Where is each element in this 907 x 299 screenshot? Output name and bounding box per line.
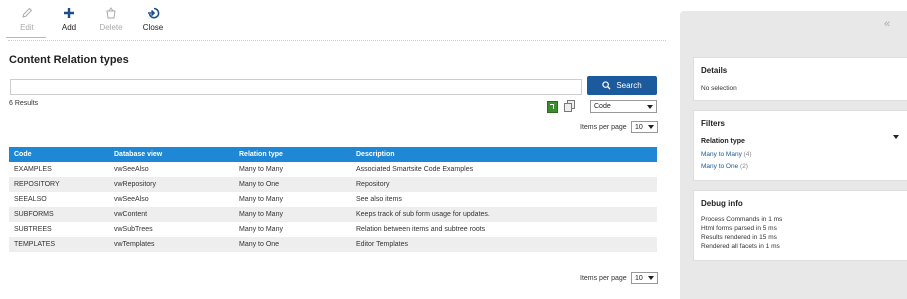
- add-button[interactable]: Add: [48, 6, 90, 38]
- edit-button[interactable]: Edit: [6, 6, 48, 38]
- table-cell: SUBTREES: [14, 226, 52, 233]
- column-header[interactable]: Database view: [109, 147, 234, 162]
- chevron-down-icon: [648, 276, 654, 280]
- table-cell: Relation between items and subtree roots: [356, 226, 486, 233]
- debug-line: Rendered all facets in 1 ms: [701, 243, 780, 250]
- close-button[interactable]: Close: [132, 6, 174, 38]
- toolbar: Edit Add Delete Close: [6, 6, 174, 38]
- items-per-page-value: 10: [635, 123, 643, 131]
- details-panel: Details No selection: [693, 57, 907, 101]
- results-count: 6 Results: [9, 100, 39, 107]
- table-header-row: Code Database view Relation type Descrip…: [9, 147, 657, 162]
- table-cell: Keeps track of sub form usage for update…: [351, 207, 657, 222]
- plus-icon: [64, 8, 74, 18]
- debug-line: Results rendered in 15 ms: [701, 234, 777, 241]
- table-cell: Associated Smartsite Code Examples: [356, 166, 474, 173]
- column-header[interactable]: Relation type: [234, 147, 351, 162]
- details-title: Details: [701, 66, 728, 75]
- details-text: No selection: [701, 85, 737, 92]
- facet-label: Many to Many: [701, 151, 742, 158]
- table-cell: vwContent: [109, 207, 234, 222]
- table-cell: vwTemplates: [109, 237, 234, 252]
- sort-select[interactable]: Code: [590, 100, 657, 113]
- search-icon: [602, 81, 611, 90]
- table-cell: Many to Many: [234, 207, 351, 222]
- items-per-page-value: 10: [635, 274, 643, 282]
- page-title: Content Relation types: [9, 54, 129, 66]
- search-button-label: Search: [616, 81, 642, 90]
- excel-export-icon[interactable]: [547, 101, 558, 113]
- facet-count: (4): [743, 151, 752, 158]
- pencil-icon: [22, 7, 33, 18]
- table-row[interactable]: EXAMPLES vwSeeAlso Many to Many Associat…: [9, 162, 657, 177]
- items-per-page-label: Items per page: [580, 124, 627, 131]
- debug-panel: Debug info Process Commands in 1 ms Html…: [693, 190, 907, 261]
- search-button[interactable]: Search: [587, 76, 657, 95]
- delete-label: Delete: [99, 23, 123, 32]
- table-row[interactable]: TEMPLATES vwTemplates Many to One Editor…: [9, 237, 657, 252]
- filter-group-relation-type[interactable]: Relation type: [701, 138, 745, 145]
- column-header[interactable]: Description: [351, 147, 657, 162]
- close-label: Close: [142, 23, 164, 32]
- copy-icon[interactable]: [564, 100, 575, 112]
- table-row[interactable]: SEEALSO vwSeeAlso Many to Many See also …: [9, 192, 657, 207]
- search-input[interactable]: [10, 79, 582, 95]
- debug-line: Html forms parsed in 5 ms: [701, 225, 777, 232]
- caret-down-icon[interactable]: [893, 135, 899, 139]
- recycle-bin-icon: [106, 7, 116, 19]
- chevron-down-icon: [648, 125, 654, 129]
- sort-select-value: Code: [594, 103, 611, 110]
- table-cell: See also items: [356, 196, 402, 203]
- exit-icon: [148, 7, 160, 19]
- table-cell: Many to One: [234, 237, 351, 252]
- table-cell: Editor Templates: [351, 237, 657, 252]
- facet-many-to-many[interactable]: Many to Many (4): [701, 151, 752, 158]
- table-row[interactable]: REPOSITORY vwRepository Many to One Repo…: [9, 177, 657, 192]
- collapse-sidebar-icon[interactable]: «: [884, 18, 890, 30]
- filters-panel: Filters Relation type Many to Many (4) M…: [693, 110, 907, 181]
- debug-title: Debug info: [701, 199, 743, 208]
- table-cell: vwSeeAlso: [114, 196, 149, 203]
- items-per-page-label-bottom: Items per page: [580, 275, 627, 282]
- table-cell: Many to One: [234, 177, 351, 192]
- main-content: Edit Add Delete Close Content Relation t…: [0, 0, 672, 299]
- filters-title: Filters: [701, 119, 726, 128]
- chevron-down-icon: [647, 104, 653, 109]
- add-label: Add: [61, 23, 77, 32]
- table-cell: EXAMPLES: [14, 166, 52, 173]
- table-cell: vwSeeAlso: [114, 166, 149, 173]
- table-cell: SEEALSO: [14, 196, 47, 203]
- toolbar-divider: [8, 40, 666, 41]
- table-cell: Many to Many: [239, 166, 283, 173]
- edit-underline: [6, 37, 46, 38]
- table-cell: TEMPLATES: [9, 237, 109, 252]
- debug-line: Process Commands in 1 ms: [701, 216, 783, 223]
- table-cell: SUBFORMS: [9, 207, 109, 222]
- delete-button[interactable]: Delete: [90, 6, 132, 38]
- facet-count: (2): [740, 163, 748, 170]
- table-cell: Repository: [351, 177, 657, 192]
- table-cell: vwSubTrees: [114, 226, 153, 233]
- table-row[interactable]: SUBFORMS vwContent Many to Many Keeps tr…: [9, 207, 657, 222]
- column-header[interactable]: Code: [9, 147, 109, 162]
- table-cell: Many to Many: [239, 196, 283, 203]
- facet-many-to-one[interactable]: Many to One (2): [701, 163, 748, 170]
- table-row[interactable]: SUBTREES vwSubTrees Many to Many Relatio…: [9, 222, 657, 237]
- table-cell: vwRepository: [109, 177, 234, 192]
- edit-label: Edit: [20, 23, 34, 32]
- items-per-page-select-bottom[interactable]: 10: [631, 272, 658, 284]
- table-cell: REPOSITORY: [9, 177, 109, 192]
- relation-types-table: Code Database view Relation type Descrip…: [9, 147, 657, 252]
- table-cell: Many to Many: [239, 226, 283, 233]
- facet-label: Many to One: [701, 163, 739, 170]
- items-per-page-select[interactable]: 10: [631, 121, 658, 133]
